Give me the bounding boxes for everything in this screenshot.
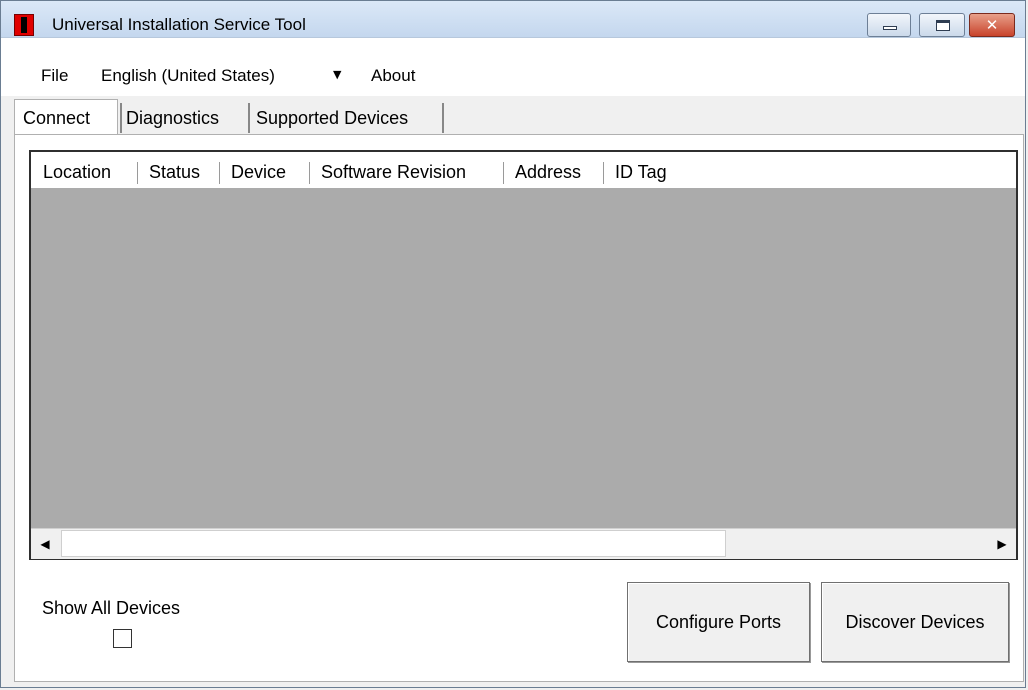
tab-connect[interactable]: Connect (14, 99, 118, 135)
menu-file[interactable]: File (41, 66, 68, 86)
title-bar[interactable]: Universal Installation Service Tool ✕ (1, 1, 1025, 38)
column-header-address[interactable]: Address (515, 162, 581, 183)
menu-bar: File English (United States) ▼ About (1, 38, 1025, 96)
chevron-down-icon: ▼ (333, 68, 342, 81)
configure-ports-button[interactable]: Configure Ports (627, 582, 810, 662)
maximize-icon (936, 20, 950, 31)
language-select[interactable]: English (United States) ▼ (93, 58, 357, 92)
column-separator[interactable] (603, 162, 604, 184)
close-button[interactable]: ✕ (969, 13, 1015, 37)
tab-diagnostics[interactable]: Diagnostics (120, 103, 250, 133)
device-list[interactable]: Location Status Device Software Revision… (29, 150, 1018, 560)
window-title: Universal Installation Service Tool (52, 15, 306, 34)
column-header-status[interactable]: Status (149, 162, 200, 183)
close-icon: ✕ (985, 16, 999, 34)
language-value: English (United States) (101, 66, 275, 85)
show-all-devices-label: Show All Devices (42, 598, 181, 618)
minimize-button[interactable] (867, 13, 911, 37)
show-all-devices-checkbox[interactable] (113, 629, 132, 648)
column-header-id-tag[interactable]: ID Tag (615, 162, 667, 183)
column-header-device[interactable]: Device (231, 162, 286, 183)
discover-devices-button[interactable]: Discover Devices (821, 582, 1009, 662)
minimize-icon (883, 26, 897, 30)
maximize-button[interactable] (919, 13, 965, 37)
scroll-left-icon[interactable]: ◀ (31, 531, 59, 557)
column-separator[interactable] (503, 162, 504, 184)
tab-supported-devices[interactable]: Supported Devices (250, 103, 444, 133)
horizontal-scrollbar[interactable]: ◀ ▶ (31, 528, 1016, 559)
column-header-location[interactable]: Location (43, 162, 111, 183)
column-separator[interactable] (309, 162, 310, 184)
menu-about[interactable]: About (371, 66, 415, 86)
column-separator[interactable] (219, 162, 220, 184)
scroll-right-icon[interactable]: ▶ (988, 531, 1016, 557)
column-separator[interactable] (137, 162, 138, 184)
scrollbar-thumb[interactable] (61, 530, 726, 557)
app-icon (14, 14, 34, 36)
device-list-header: Location Status Device Software Revision… (31, 152, 1016, 188)
column-header-software-revision[interactable]: Software Revision (321, 162, 466, 183)
